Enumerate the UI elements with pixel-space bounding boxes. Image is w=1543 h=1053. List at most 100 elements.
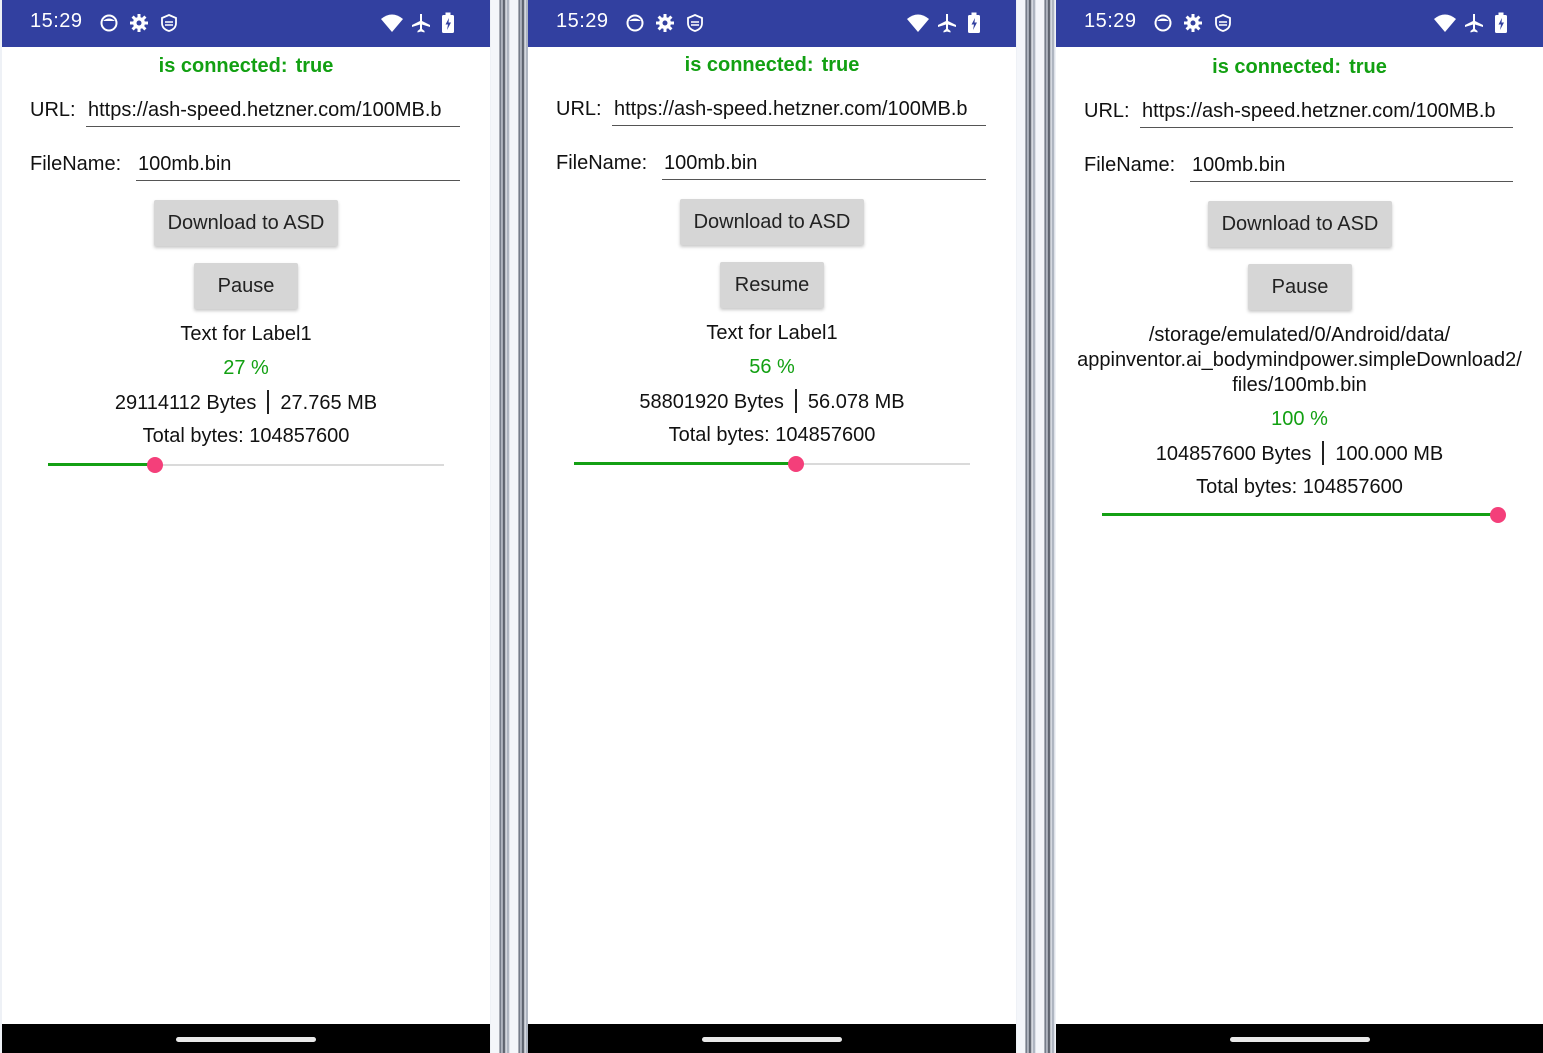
- url-input[interactable]: [86, 94, 460, 127]
- filename-input[interactable]: [136, 148, 460, 181]
- progress-slider[interactable]: [574, 454, 970, 474]
- phone-screen-2: 15:29 is connected: true URL: FileName: D…: [528, 0, 1016, 1053]
- total-bytes-label: Total bytes: 104857600: [668, 424, 876, 446]
- pause-button[interactable]: Pause: [1248, 264, 1352, 310]
- resume-button[interactable]: Resume: [720, 262, 824, 308]
- status-label: /storage/emulated/0/Android/data/ appinv…: [1056, 323, 1543, 398]
- gear-icon: [130, 14, 148, 32]
- filename-label: FileName:: [30, 153, 122, 175]
- bytes-divider: [1322, 441, 1325, 465]
- bytes-row: 29114112 Bytes 27.765 MB: [2, 390, 490, 416]
- app-icon: [626, 14, 644, 32]
- url-row: URL:: [1084, 95, 1513, 129]
- shield-icon: [161, 14, 177, 32]
- status-time: 15:29: [1084, 10, 1137, 32]
- connection-status: is connected: true: [1056, 56, 1543, 79]
- status-label: Text for Label1: [2, 322, 490, 347]
- url-input[interactable]: [1140, 95, 1513, 128]
- pause-button[interactable]: Pause: [194, 263, 298, 309]
- bytes-row: 58801920 Bytes 56.078 MB: [528, 389, 1016, 415]
- download-button[interactable]: Download to ASD: [154, 200, 338, 246]
- app-icon: [1154, 14, 1172, 32]
- url-label: URL:: [556, 98, 602, 120]
- filename-row: FileName:: [30, 148, 460, 182]
- airplane-icon: [938, 14, 956, 33]
- megabytes-label: 56.078 MB: [807, 391, 905, 413]
- home-handle[interactable]: [1229, 1037, 1370, 1042]
- filename-input[interactable]: [1190, 149, 1513, 182]
- progress-slider[interactable]: [48, 455, 444, 475]
- connection-label: is connected:: [684, 54, 814, 76]
- home-handle[interactable]: [176, 1037, 316, 1042]
- url-row: URL:: [30, 94, 460, 128]
- airplane-icon: [1465, 14, 1483, 33]
- slider-thumb[interactable]: [146, 457, 163, 473]
- home-handle[interactable]: [702, 1037, 842, 1042]
- file-path-line: /storage/emulated/0/Android/data/: [1148, 324, 1451, 346]
- megabytes-label: 100.000 MB: [1335, 443, 1444, 465]
- status-time: 15:29: [556, 10, 609, 32]
- download-button[interactable]: Download to ASD: [1208, 201, 1392, 247]
- slider-fill: [574, 462, 796, 465]
- progress-slider[interactable]: [1102, 505, 1506, 525]
- connection-value: true: [821, 54, 860, 76]
- phone-screen-1: 15:29 is connected: true URL: FileName: D…: [2, 0, 490, 1053]
- phone-screen-3: 15:29 is connected: true URL: FileName: D…: [1056, 0, 1543, 1053]
- status-label: Text for Label1: [528, 321, 1016, 346]
- total-bytes-label: Total bytes: 104857600: [142, 425, 350, 447]
- percent-label: 27 %: [223, 357, 269, 379]
- filename-row: FileName:: [556, 147, 986, 181]
- file-path-line: appinventor.ai_bodymindpower.simpleDownl…: [1077, 349, 1522, 371]
- url-label: URL:: [1084, 100, 1130, 122]
- app-icon: [100, 14, 118, 32]
- connection-label: is connected:: [1212, 56, 1342, 78]
- gear-icon: [1184, 14, 1202, 32]
- percent-label: 100 %: [1271, 408, 1328, 430]
- bytes-label: 29114112 Bytes: [114, 392, 257, 414]
- url-row: URL:: [556, 93, 986, 127]
- filename-row: FileName:: [1084, 149, 1513, 183]
- airplane-icon: [412, 14, 430, 33]
- bytes-row: 104857600 Bytes 100.000 MB: [1056, 441, 1543, 467]
- status-bar: 15:29: [2, 0, 490, 47]
- screen-divider: [1017, 0, 1055, 1053]
- shield-icon: [687, 14, 703, 32]
- status-bar: 15:29: [1056, 0, 1543, 47]
- filename-label: FileName:: [1084, 154, 1176, 176]
- slider-thumb[interactable]: [1490, 507, 1506, 523]
- wifi-icon: [1434, 14, 1456, 32]
- connection-status: is connected: true: [528, 54, 1016, 77]
- slider-thumb[interactable]: [787, 456, 804, 472]
- bytes-divider: [794, 389, 797, 413]
- filename-input[interactable]: [662, 147, 986, 180]
- bytes-label: 58801920 Bytes: [639, 391, 784, 413]
- status-label-line: Text for Label1: [180, 323, 312, 345]
- connection-value: true: [1349, 56, 1387, 78]
- slider-fill: [1102, 513, 1498, 516]
- filename-label: FileName:: [556, 152, 648, 174]
- shield-icon: [1215, 14, 1231, 32]
- status-label-line: Text for Label1: [706, 322, 838, 344]
- file-path-line: files/100mb.bin: [1232, 374, 1367, 396]
- gear-icon: [656, 14, 674, 32]
- url-label: URL:: [30, 99, 76, 121]
- battery-icon: [442, 12, 454, 33]
- slider-fill: [48, 463, 155, 466]
- navigation-bar: [528, 1024, 1016, 1053]
- connection-status: is connected: true: [2, 55, 490, 78]
- bytes-divider: [267, 390, 270, 414]
- navigation-bar: [2, 1024, 490, 1053]
- percent-label: 56 %: [749, 356, 795, 378]
- bytes-label: 104857600 Bytes: [1155, 443, 1312, 465]
- status-bar: 15:29: [528, 0, 1016, 47]
- screen-divider: [491, 0, 529, 1053]
- connection-value: true: [295, 55, 334, 77]
- wifi-icon: [907, 14, 929, 32]
- connection-label: is connected:: [158, 55, 288, 77]
- download-button[interactable]: Download to ASD: [680, 199, 864, 245]
- url-input[interactable]: [612, 93, 986, 126]
- megabytes-label: 27.765 MB: [280, 392, 378, 414]
- battery-icon: [968, 12, 980, 33]
- wifi-icon: [381, 14, 403, 32]
- total-bytes-label: Total bytes: 104857600: [1196, 476, 1403, 498]
